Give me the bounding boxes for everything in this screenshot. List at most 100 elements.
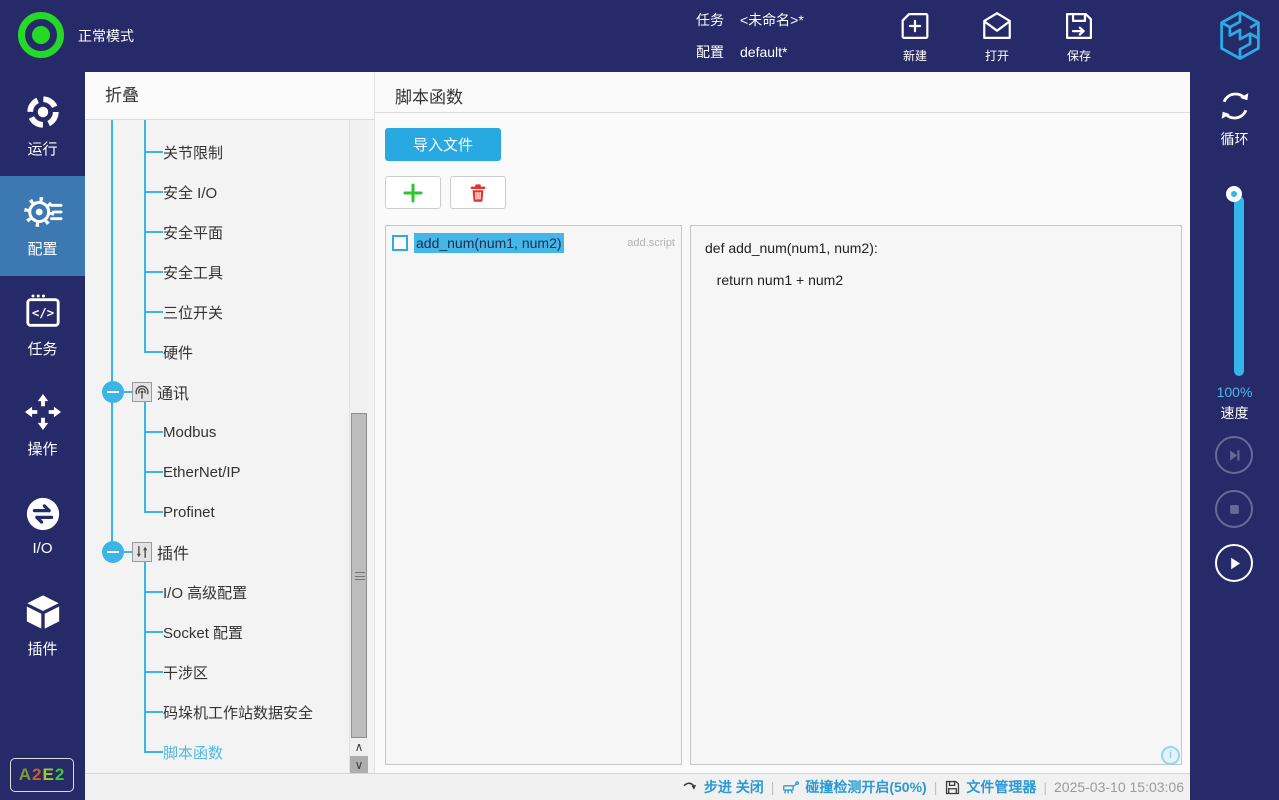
tree-item-3[interactable]: 安全工具 (85, 252, 343, 292)
tree-item-label: Modbus (163, 423, 217, 441)
antenna-icon (132, 382, 152, 402)
tree-item-11[interactable]: I/O 高级配置 (85, 572, 343, 612)
config-tree-panel: 折叠 关节限制安全 I/O 安全平面安全工具三位开关硬件通讯 Modbus Ether… (85, 72, 375, 773)
step-forward-button[interactable] (1215, 436, 1253, 474)
nav-items: 运行 配置 </> 任务操作 I/O 插件 (0, 76, 85, 676)
sidebar-item-label: 任务 (27, 341, 58, 358)
scrollbar-thumb[interactable] (351, 413, 367, 738)
trash-icon (467, 182, 489, 204)
play-button[interactable] (1215, 544, 1253, 582)
topbar-new-button[interactable]: 新建 (886, 7, 944, 64)
script-list: add_num(num1, num2) add.script (385, 225, 682, 765)
tree-item-label: 硬件 (163, 344, 194, 362)
tree-item-label: 关节限制 (163, 144, 224, 162)
tree-item-9[interactable]: Profinet (85, 492, 343, 532)
tree-item-label: 通讯 (157, 386, 190, 403)
tree-item-label: 三位开关 (163, 304, 224, 322)
status-bar: 步进 关闭 | 碰撞检测开启(50%) | 文件管理器 | 2025-03-10… (85, 773, 1190, 800)
status-timestamp: 2025-03-10 15:03:06 (1054, 779, 1184, 795)
sidebar-item-label: 插件 (27, 641, 58, 658)
file-manager-label: 文件管理器 (966, 779, 1037, 795)
sidebar-item-operate[interactable]: 操作 (0, 376, 85, 476)
tree-item-0[interactable]: 关节限制 (85, 132, 343, 172)
topbar-open-button[interactable]: 打开 (968, 7, 1026, 64)
scroll-down-button[interactable]: ∨ (350, 756, 368, 773)
speed-slider-track[interactable] (1234, 196, 1244, 376)
sidebar-item-plugin[interactable]: 插件 (0, 576, 85, 676)
tree-item-12[interactable]: Socket 配置 (85, 612, 343, 652)
tree-item-7[interactable]: Modbus (85, 412, 343, 452)
tree-item-label: 安全平面 (163, 224, 224, 242)
left-nav: 运行 配置 </> 任务 操作 I/O 插件 A2E2 (0, 72, 85, 800)
loop-mode-button[interactable]: 循环 (1190, 87, 1279, 149)
sidebar-item-run[interactable]: 运行 (0, 76, 85, 176)
sidebar-item-label: 操作 (27, 441, 58, 458)
speed-label: 速度 (1220, 405, 1249, 421)
script-list-item[interactable]: add_num(num1, num2) add.script (390, 230, 677, 256)
tree-item-label: Socket 配置 (163, 624, 244, 642)
tree-item-6[interactable]: 通讯 (85, 372, 343, 412)
step-arrow-icon (682, 779, 699, 796)
tree-item-label: 安全 I/O (163, 184, 218, 202)
collision-detection-label: 碰撞检测开启(50%) (805, 779, 927, 795)
code-window-icon: </> (24, 293, 62, 331)
badge-char: A (18, 765, 32, 784)
sidebar-item-config[interactable]: 配置 (0, 176, 85, 276)
page-title: 脚本函数 (395, 88, 463, 107)
step-mode-status[interactable]: 步进 关闭 (682, 777, 764, 797)
script-checkbox[interactable] (392, 235, 408, 251)
add-script-button[interactable] (385, 176, 441, 209)
tree-item-label: I/O 高级配置 (163, 584, 248, 602)
skip-icon (1225, 446, 1244, 465)
tree-scrollbar[interactable]: ∧ ∨ (349, 120, 368, 773)
task-value: <未命名>* (740, 12, 804, 28)
tree-item-label: 安全工具 (163, 264, 224, 282)
move-arrows-icon (24, 393, 62, 431)
io-icon (24, 495, 62, 533)
tree-item-2[interactable]: 安全平面 (85, 212, 343, 252)
collapse-toggle-icon[interactable] (102, 541, 124, 563)
tree-item-10[interactable]: 插件 (85, 532, 343, 572)
topbar-save-button[interactable]: 保存 (1050, 7, 1108, 64)
collapse-toggle-icon[interactable] (102, 381, 124, 403)
collapse-all-button[interactable]: 折叠 (85, 72, 374, 120)
sidebar-item-io[interactable]: I/O (0, 476, 85, 576)
import-file-button[interactable]: 导入文件 (385, 128, 501, 161)
scrollbar-grip-icon (355, 572, 365, 580)
status-separator: | (933, 779, 938, 795)
task-label: 任务 (696, 12, 724, 28)
tree-item-8[interactable]: EtherNet/IP (85, 452, 343, 492)
code-preview-panel[interactable]: def add_num(num1, num2): return num1 + n… (690, 225, 1182, 765)
mode-label: 正常模式 (78, 28, 134, 44)
tree-item-label: Profinet (163, 503, 215, 521)
code-line: def add_num(num1, num2): (705, 240, 878, 256)
sidebar-item-task[interactable]: </> 任务 (0, 276, 85, 376)
config-value: default* (740, 44, 788, 60)
info-icon[interactable]: i (1161, 746, 1180, 765)
tree-item-1[interactable]: 安全 I/O (85, 172, 343, 212)
tree-item-label: 码垛机工作站数据安全 (163, 704, 314, 722)
badge-char: E (42, 765, 55, 784)
scroll-up-button[interactable]: ∧ (350, 738, 368, 755)
plus-icon (401, 181, 425, 205)
tree-body: 关节限制安全 I/O 安全平面安全工具三位开关硬件通讯 Modbus EtherNet… (85, 120, 374, 773)
stop-button[interactable] (1215, 490, 1253, 528)
tree-item-13[interactable]: 干涉区 (85, 652, 343, 692)
step-mode-label: 步进 关闭 (703, 779, 764, 795)
tree-item-4[interactable]: 三位开关 (85, 292, 343, 332)
delete-script-button[interactable] (450, 176, 506, 209)
script-filename: add.script (627, 237, 675, 249)
tree-item-15[interactable]: 脚本函数 (85, 732, 343, 772)
topbar-action-label: 保存 (1066, 49, 1091, 63)
speed-slider-knob[interactable] (1226, 186, 1242, 202)
tree-item-14[interactable]: 码垛机工作站数据安全 (85, 692, 343, 732)
tree-item-5[interactable]: 硬件 (85, 332, 343, 372)
file-manager-button[interactable]: 文件管理器 (944, 777, 1036, 797)
code-line: return num1 + num2 (705, 272, 844, 288)
script-name: add_num(num1, num2) (414, 233, 564, 253)
file-manager-icon (944, 779, 961, 796)
save-icon (1062, 7, 1096, 45)
collision-detection-status[interactable]: 碰撞检测开启(50%) (781, 777, 927, 797)
new-file-icon (898, 7, 932, 45)
tree-item-label: 插件 (157, 546, 190, 563)
